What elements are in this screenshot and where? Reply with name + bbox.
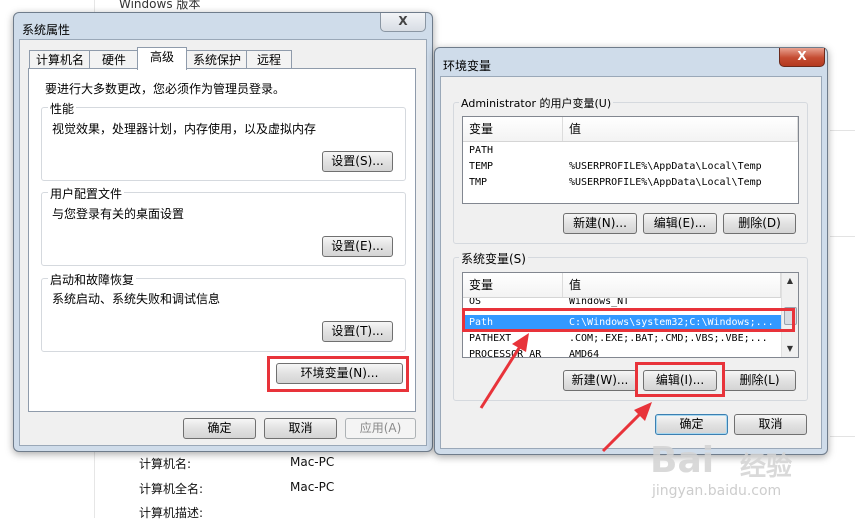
watermark-logo-text: Bai	[650, 440, 715, 481]
arrow-to-edit-button	[601, 402, 652, 453]
watermark-url: jingyan.baidu.com	[652, 483, 782, 499]
tab-advanced[interactable]: 高级	[137, 47, 187, 70]
watermark-brand-text: 经验	[740, 452, 793, 482]
annotation-arrows	[479, 333, 652, 453]
arrow-to-path-row	[479, 333, 529, 409]
baidu-logo-icon: Bai	[650, 440, 714, 481]
